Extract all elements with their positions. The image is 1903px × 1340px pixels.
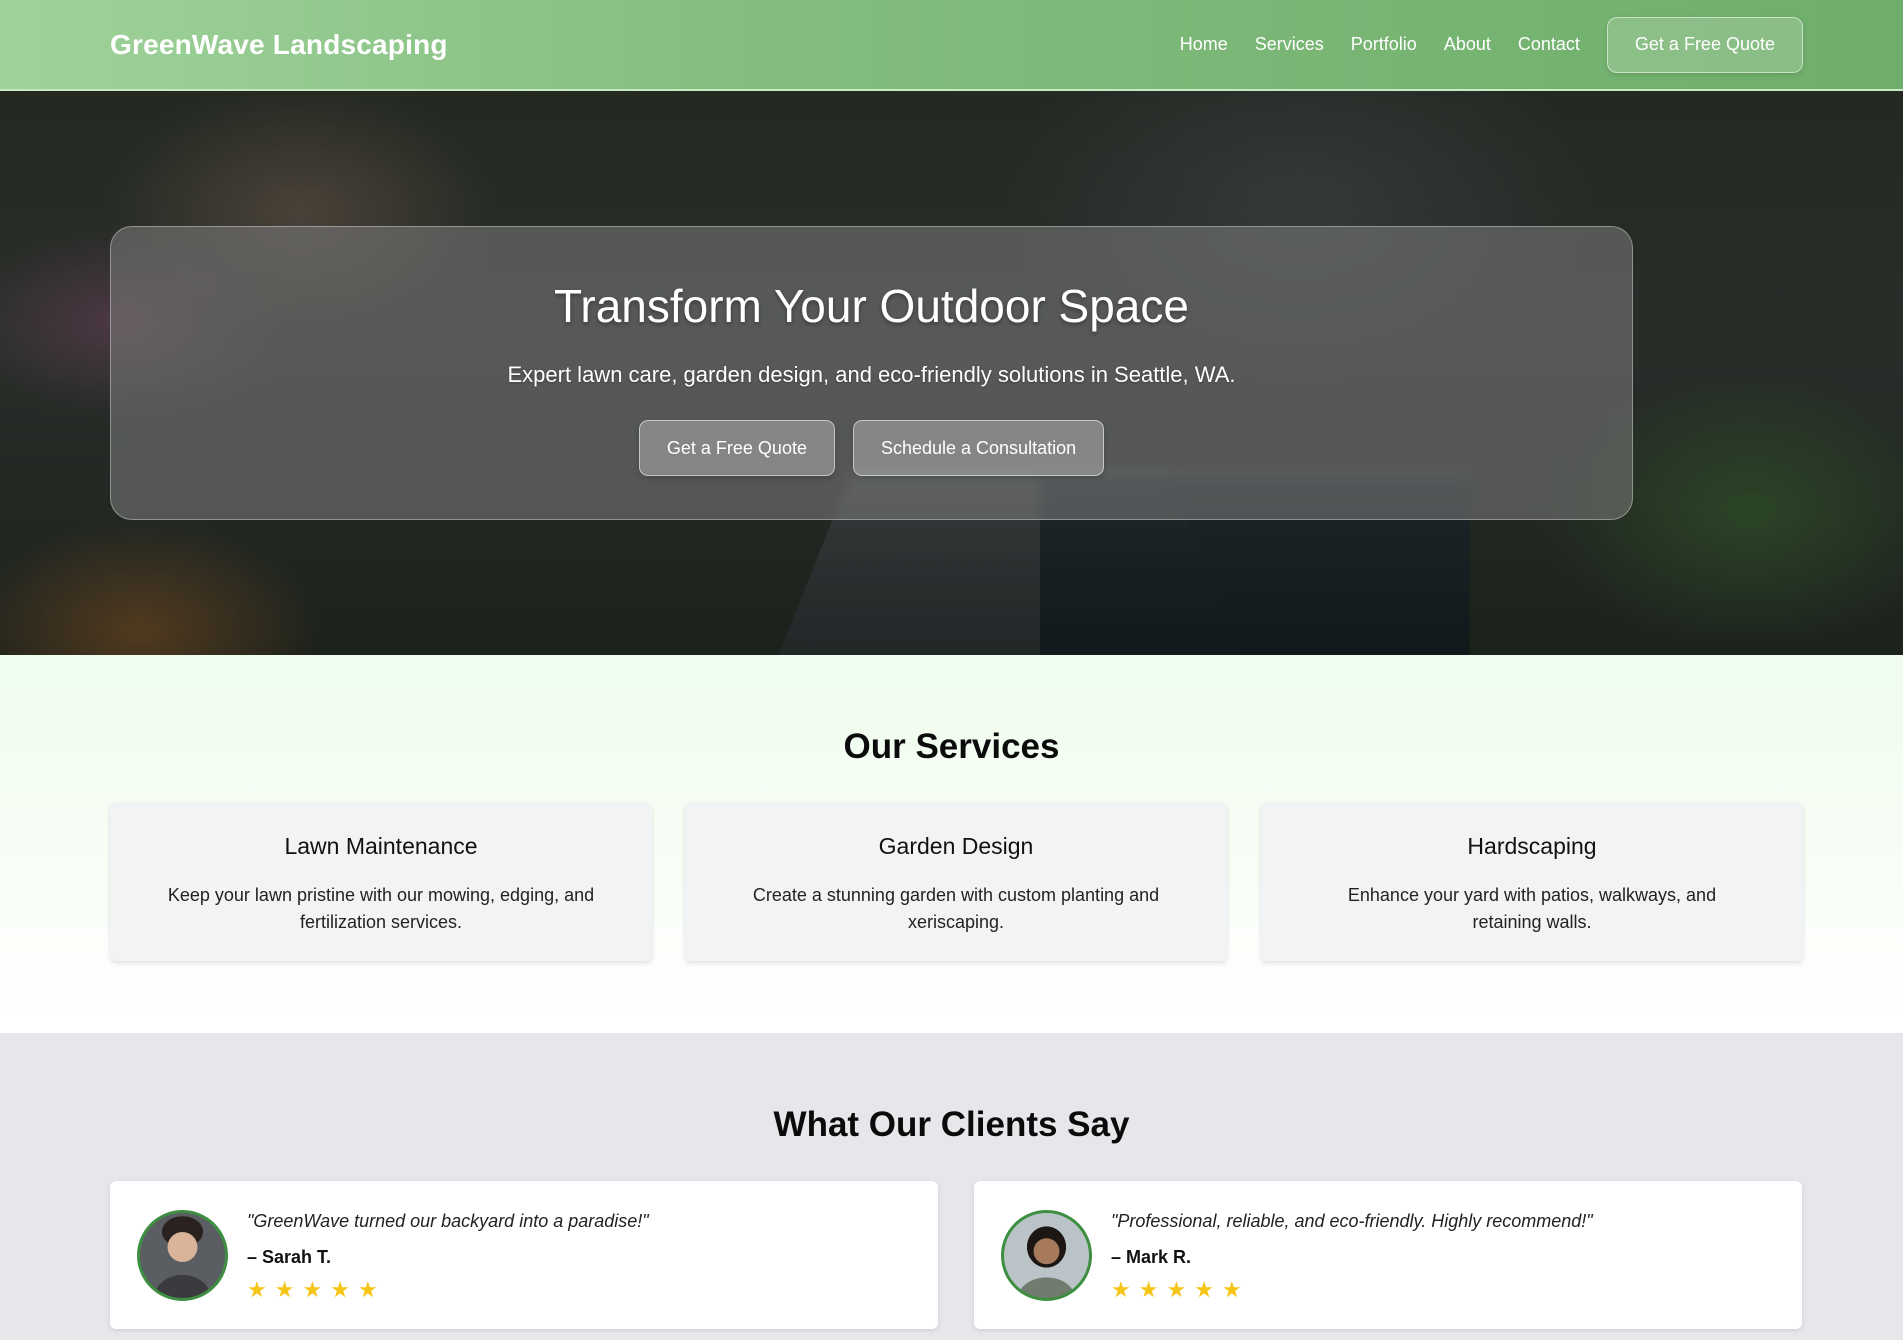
testimonial-author: – Sarah T. <box>247 1247 332 1267</box>
avatar <box>1001 1210 1092 1301</box>
hero-subtitle: Expert lawn care, garden design, and eco… <box>507 362 1236 387</box>
star-icon: ★ <box>247 1277 267 1302</box>
testimonial-quote: "Professional, reliable, and eco-friendl… <box>1111 1211 1593 1231</box>
hero-section: Transform Your Outdoor Space Expert lawn… <box>0 91 1903 655</box>
service-card-title: Garden Design <box>878 833 1034 859</box>
nav-contact[interactable]: Contact <box>1518 34 1580 55</box>
star-icon: ★ <box>1111 1277 1131 1302</box>
testimonials-title: What Our Clients Say <box>773 1105 1130 1144</box>
service-card-description: Create a stunning garden with custom pla… <box>752 885 1160 932</box>
hero-buttons: Get a Free Quote Schedule a Consultation <box>111 420 1632 476</box>
testimonial-card: "Professional, reliable, and eco-friendl… <box>974 1181 1802 1329</box>
header-quote-button[interactable]: Get a Free Quote <box>1606 16 1803 73</box>
nav-services[interactable]: Services <box>1255 34 1324 55</box>
testimonial-author: – Mark R. <box>1111 1247 1192 1267</box>
avatar <box>137 1210 228 1301</box>
services-section: Our Services Lawn Maintenance Keep your … <box>0 655 1903 1033</box>
star-icon: ★ <box>1138 1277 1159 1302</box>
hero-title: Transform Your Outdoor Space <box>554 280 1189 332</box>
star-rating: ★ ★ ★ ★ ★ <box>1111 1277 1242 1303</box>
nav-portfolio[interactable]: Portfolio <box>1351 34 1417 55</box>
testimonial-card: "GreenWave turned our backyard into a pa… <box>110 1181 938 1329</box>
star-rating: ★ ★ ★ ★ ★ <box>247 1277 378 1303</box>
service-card-description: Enhance your yard with patios, walkways,… <box>1347 885 1717 932</box>
service-card-hardscaping: Hardscaping Enhance your yard with patio… <box>1261 803 1803 961</box>
testimonials-section: What Our Clients Say "GreenWave turned o… <box>0 1033 1903 1340</box>
service-card-title: Lawn Maintenance <box>284 833 478 859</box>
main-nav: Home Services Portfolio About Contact Ge… <box>1180 16 1803 73</box>
brand-logo[interactable]: GreenWave Landscaping <box>110 29 448 61</box>
star-icon: ★ <box>302 1277 323 1302</box>
hero-quote-button[interactable]: Get a Free Quote <box>638 420 835 476</box>
nav-about[interactable]: About <box>1444 34 1491 55</box>
star-icon: ★ <box>1194 1277 1214 1302</box>
hero-consultation-button[interactable]: Schedule a Consultation <box>852 420 1105 476</box>
star-icon: ★ <box>1166 1277 1187 1302</box>
star-icon: ★ <box>330 1277 350 1302</box>
service-card-description: Keep your lawn pristine with our mowing,… <box>167 885 595 932</box>
site-header: GreenWave Landscaping Home Services Port… <box>0 0 1903 91</box>
services-title: Our Services <box>843 727 1060 766</box>
testimonial-quote: "GreenWave turned our backyard into a pa… <box>247 1211 649 1231</box>
star-icon: ★ <box>357 1277 378 1302</box>
service-card-title: Hardscaping <box>1467 833 1597 859</box>
star-icon: ★ <box>274 1277 295 1302</box>
nav-home[interactable]: Home <box>1180 34 1228 55</box>
service-card-lawn: Lawn Maintenance Keep your lawn pristine… <box>110 803 652 961</box>
star-icon: ★ <box>1221 1277 1242 1302</box>
hero-panel: Transform Your Outdoor Space Expert lawn… <box>110 226 1633 520</box>
service-card-garden: Garden Design Create a stunning garden w… <box>685 803 1227 961</box>
